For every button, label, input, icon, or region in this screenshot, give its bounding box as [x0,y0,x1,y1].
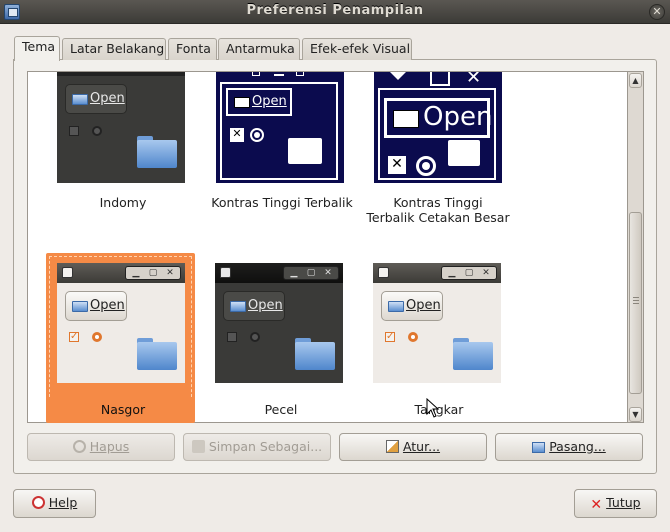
help-button[interactable]: Help [13,489,96,518]
tab-antarmuka[interactable]: Antarmuka [218,38,300,60]
preview-radio [92,126,102,136]
theme-thumbnail-tangkar[interactable]: ▁ ▢ ✕ Open ✓ [373,263,501,383]
preview-checkbox: ✓ [385,331,395,342]
theme-name-kontras-tinggi-terbalik: Kontras Tinggi Terbalik [211,195,353,210]
folder-icon [453,338,493,370]
preview-titlebar: ▁ ▢ ✕ [215,263,343,283]
theme-list-scrollbar[interactable]: ▲ ▼ [628,71,644,423]
preview-radio [416,156,436,176]
edit-icon [385,440,399,453]
install-button[interactable]: Pasang... [495,433,643,461]
folder-icon [295,338,335,370]
theme-name-kontras-tinggi-cetakan-besar-line1: Kontras Tinggi [393,195,483,210]
folder-icon [532,442,546,453]
delete-button[interactable]: Hapus [27,433,175,461]
save-icon [191,440,205,453]
preview-open-button: Open [65,84,127,114]
tab-efek-visual[interactable]: Efek-efek Visual [302,38,412,60]
preview-titlebar: ▁ ▢ ✕ [57,263,185,283]
folder-icon [137,136,177,168]
window-titlebar: Preferensi Penampilan ✕ [0,0,670,24]
folder-icon [137,338,177,370]
preview-open-button: Open [384,98,492,138]
preview-radio [250,332,260,342]
scroll-up-button[interactable]: ▲ [629,73,642,88]
mouse-cursor-icon [426,398,440,418]
scroll-down-button[interactable]: ▼ [629,407,642,422]
theme-thumbnail-kontras-tinggi-terbalik[interactable]: Open ✕ [216,72,344,183]
theme-name-indomy: Indomy [99,195,147,210]
theme-name-pecel: Pecel [264,402,298,417]
preview-open-button: Open [381,291,443,321]
folder-icon [288,138,322,164]
theme-name-kontras-tinggi-cetakan-besar-line2: Terbalik Cetakan Besar [366,210,510,225]
preview-checkbox: ✕ [388,156,406,174]
preview-open-button: Open [65,291,127,321]
preview-open-button: Open [223,291,285,321]
scroll-thumb[interactable] [629,212,642,394]
save-as-button[interactable]: Simpan Sebagai... [183,433,331,461]
theme-thumbnail-kontras-tinggi-terbalik-cetakan-besar[interactable]: ✕ Open ✕ [374,72,502,183]
theme-name-nasgor: Nasgor [100,402,146,417]
preview-checkbox: ✓ [69,331,79,342]
tab-latar-belakang[interactable]: Latar Belakang [62,38,166,60]
preview-checkbox: ✕ [230,128,244,142]
delete-icon [72,440,86,453]
theme-thumbnail-pecel[interactable]: ▁ ▢ ✕ Open [215,263,343,383]
preview-open-button: Open [226,88,292,116]
preview-radio [250,128,264,142]
help-icon [31,496,45,509]
preview-checkbox [227,332,237,342]
window-close-button[interactable]: ✕ [649,4,665,20]
preview-radio [408,332,418,342]
theme-thumbnail-nasgor[interactable]: ▁ ▢ ✕ Open ✓ [57,263,185,383]
close-button[interactable]: ✕ Tutup [574,489,657,518]
preview-checkbox [69,126,79,136]
tab-tema[interactable]: Tema [14,36,60,61]
close-icon: ✕ [590,497,603,513]
window-title: Preferensi Penampilan [246,3,424,18]
preview-titlebar: ▁ ▢ ✕ [373,263,501,283]
folder-icon [448,140,480,166]
customize-button[interactable]: Atur... [339,433,487,461]
theme-thumbnail-indomy[interactable]: Open [57,72,185,183]
tab-fonta[interactable]: Fonta [168,38,217,60]
preview-radio [92,332,102,342]
